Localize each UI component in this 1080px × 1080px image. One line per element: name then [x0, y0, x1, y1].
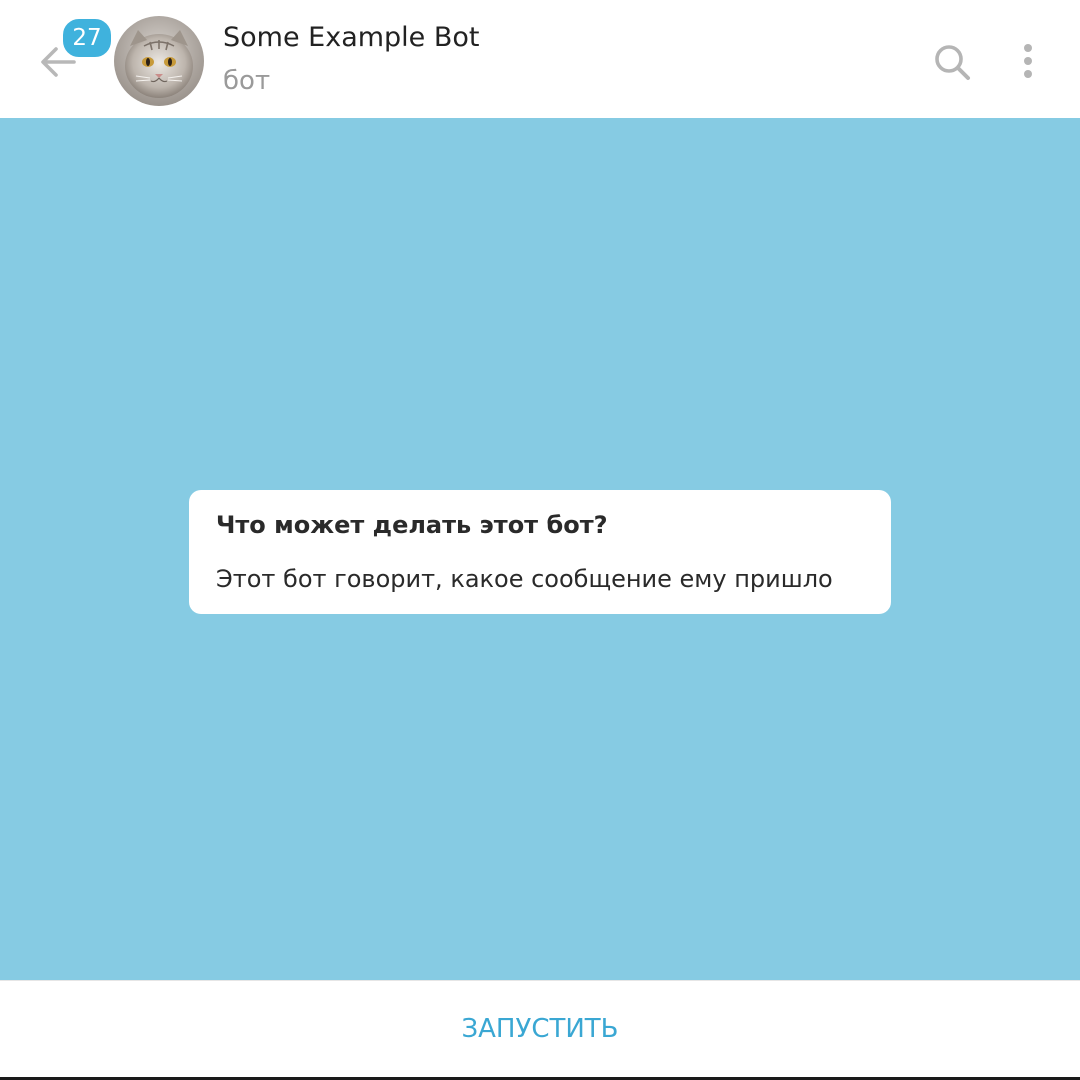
bottom-bar: ЗАПУСТИТЬ [0, 980, 1080, 1078]
bot-info-card: Что может делать этот бот? Этот бот гово… [189, 490, 891, 614]
bot-info-description: Этот бот говорит, какое сообщение ему пр… [216, 565, 833, 593]
more-menu-button[interactable] [1006, 38, 1050, 86]
search-button[interactable] [928, 38, 976, 86]
more-vertical-icon [1024, 44, 1032, 78]
chat-subtitle: бот [223, 66, 271, 96]
chat-header: 27 Some Example Bot бот [0, 0, 1080, 119]
start-bot-button[interactable]: ЗАПУСТИТЬ [0, 981, 1080, 1078]
avatar[interactable] [114, 16, 204, 106]
bot-info-title: Что может делать этот бот? [216, 511, 608, 539]
chat-background: Что может делать этот бот? Этот бот гово… [0, 118, 1080, 980]
chat-title: Some Example Bot [223, 22, 480, 53]
telegram-bot-chat-screen: 27 Some Example Bot бот Что может делать… [0, 0, 1080, 1080]
cat-avatar-icon [114, 16, 204, 106]
unread-count-badge: 27 [60, 16, 114, 60]
search-icon [935, 45, 970, 80]
